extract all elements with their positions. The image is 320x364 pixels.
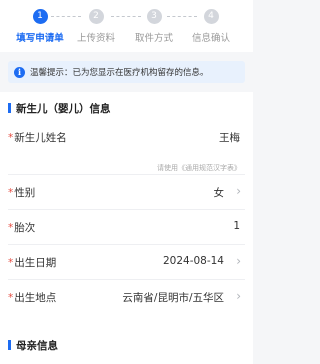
step-number: 3: [146, 9, 162, 24]
required-mark: *: [8, 132, 14, 144]
step-label: 信息确认: [191, 33, 230, 44]
chevron-right-icon: ›: [236, 184, 241, 198]
step-fill-form: 1 填写申请单: [11, 9, 69, 44]
field-label: 出生地点: [14, 292, 57, 304]
field-label: 新生儿姓名: [14, 132, 67, 144]
info-icon: i: [14, 66, 25, 78]
birthplace-picker[interactable]: *出生地点 云南省/昆明市/五华区 ›: [0, 280, 253, 314]
notice-text: 温馨提示：已为您显示在医疗机构留存的信息。: [30, 68, 209, 78]
section-title: 母亲信息: [8, 338, 58, 353]
progress-stepper: 1 填写申请单 2 上传资料 3 取件方式 4 信息确认: [0, 0, 253, 52]
step-number: 4: [203, 9, 219, 24]
step-label: 取件方式: [134, 33, 173, 44]
birthdate-value: 2024-08-14: [162, 255, 224, 267]
field-label: 胎次: [14, 222, 36, 234]
step-number: 1: [32, 9, 48, 24]
gender-select[interactable]: *性别 女 ›: [0, 175, 253, 209]
chevron-right-icon: ›: [236, 289, 241, 303]
notice-banner: i 温馨提示：已为您显示在医疗机构留存的信息。: [8, 61, 245, 83]
chevron-right-icon: ›: [236, 254, 241, 268]
required-mark: *: [8, 222, 14, 234]
step-label: 填写申请单: [16, 33, 64, 44]
newborn-name-field[interactable]: *新生儿姓名 王梅: [0, 120, 253, 154]
step-upload: 2 上传资料: [67, 9, 125, 44]
required-mark: *: [8, 257, 14, 269]
parity-field[interactable]: *胎次 1: [0, 210, 253, 244]
step-confirm: 4 信息确认: [182, 9, 240, 44]
birthplace-value: 云南省/昆明市/五华区: [122, 292, 224, 304]
mother-info-section: 母亲信息: [0, 331, 253, 364]
required-mark: *: [8, 187, 14, 199]
name-hint: 请使用《通用规范汉字表》: [157, 164, 241, 172]
field-label: 性别: [14, 187, 36, 199]
step-pickup-method: 3 取件方式: [125, 9, 183, 44]
step-number: 2: [88, 9, 104, 24]
gender-value: 女: [213, 187, 225, 199]
section-title: 新生儿（婴儿）信息: [8, 101, 111, 116]
newborn-name-value[interactable]: 王梅: [219, 130, 240, 145]
field-label: 出生日期: [14, 257, 57, 269]
step-label: 上传资料: [76, 33, 115, 44]
parity-value[interactable]: 1: [233, 220, 240, 232]
required-mark: *: [8, 292, 14, 304]
newborn-info-section: 新生儿（婴儿）信息 *新生儿姓名 王梅 请使用《通用规范汉字表》 *性别 女 ›…: [0, 92, 253, 334]
birthdate-picker[interactable]: *出生日期 2024-08-14 ›: [0, 245, 253, 279]
